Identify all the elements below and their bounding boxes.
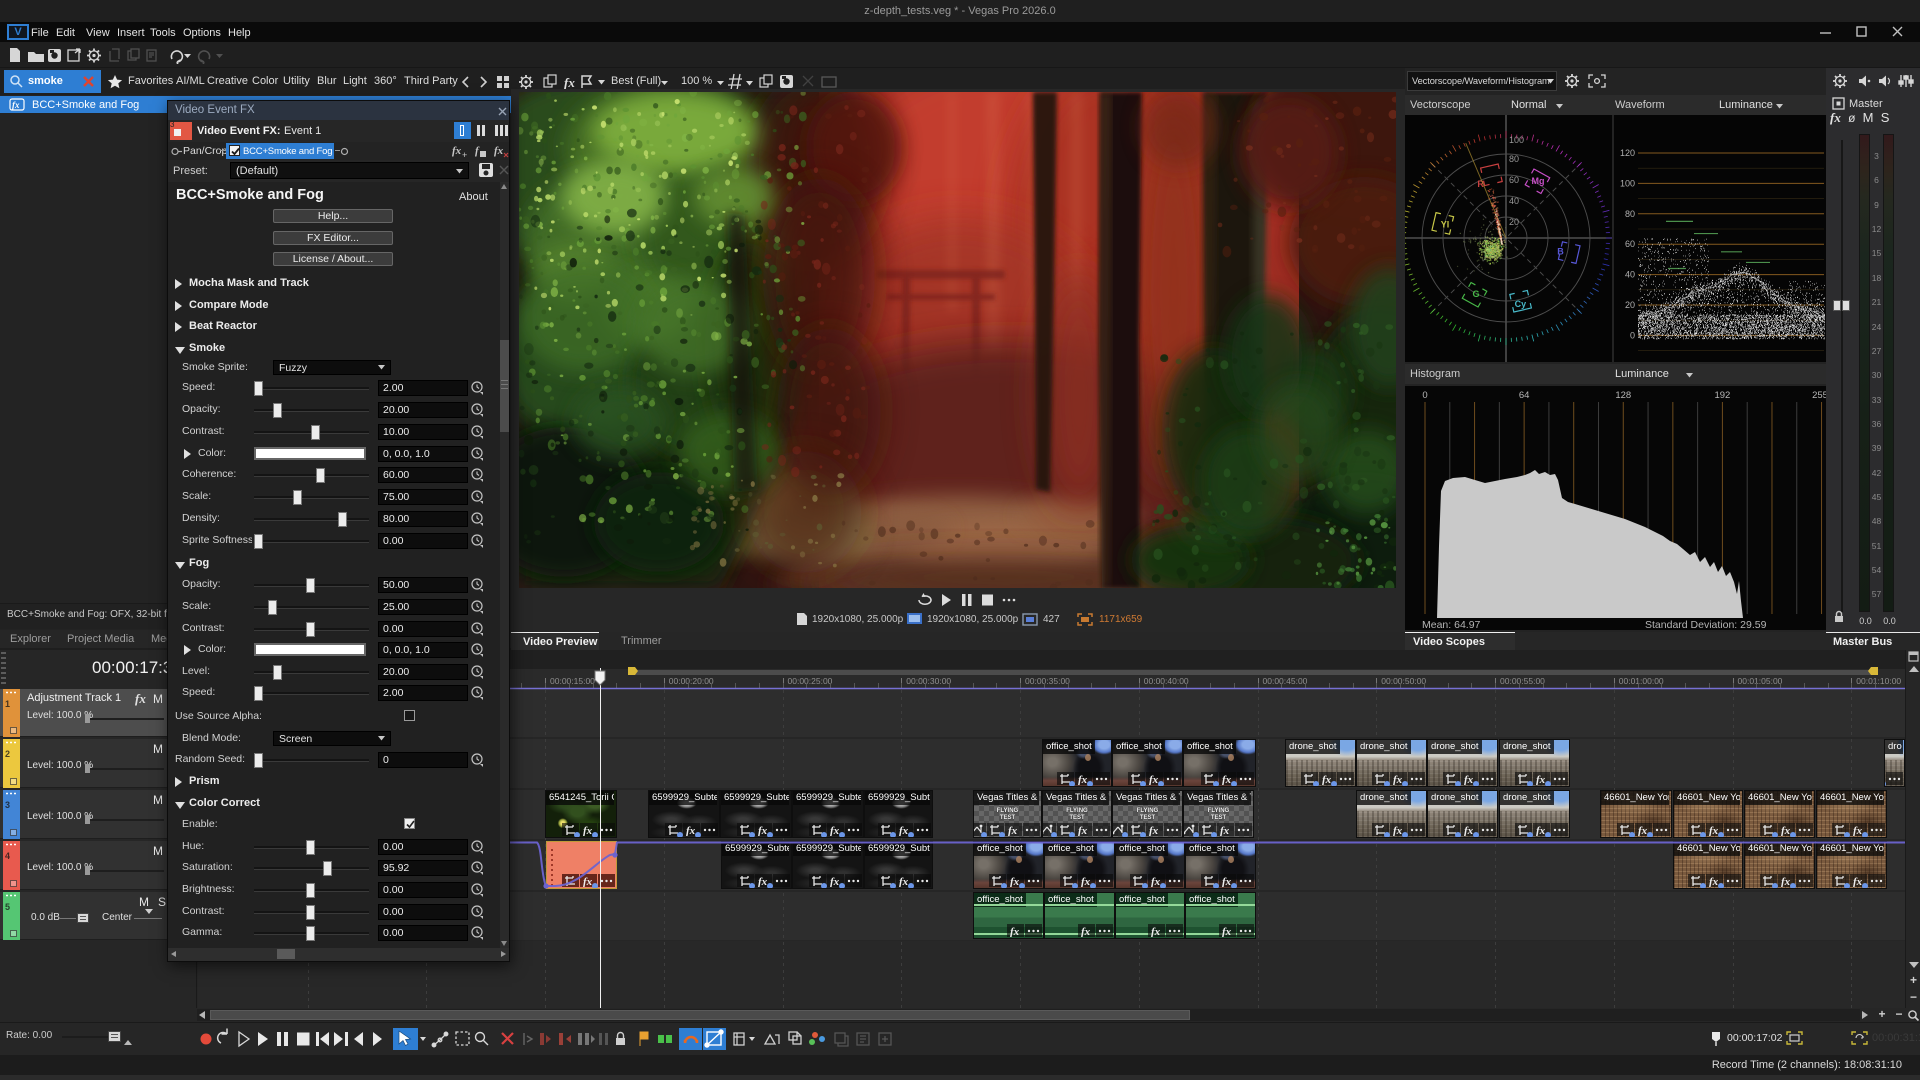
svg-text:-20: -20 <box>1622 361 1635 362</box>
svg-text:20: 20 <box>1625 300 1635 310</box>
svg-text:Cy: Cy <box>1515 299 1527 309</box>
svg-text:80: 80 <box>1509 154 1519 164</box>
svg-text:20: 20 <box>1509 217 1519 227</box>
svg-text:100: 100 <box>1509 135 1524 145</box>
svg-text:60: 60 <box>1625 239 1635 249</box>
svg-text:40: 40 <box>1625 270 1635 280</box>
svg-text:120: 120 <box>1620 148 1635 158</box>
svg-text:Yl: Yl <box>1441 219 1450 229</box>
svg-text:60: 60 <box>1509 175 1519 185</box>
svg-text:B: B <box>1557 247 1564 257</box>
svg-text:100: 100 <box>1620 178 1635 188</box>
svg-text:fx: fx <box>564 75 575 90</box>
svg-text:fx: fx <box>12 100 20 110</box>
svg-text:Mg: Mg <box>1531 176 1544 186</box>
svg-text:0: 0 <box>1630 330 1635 340</box>
svg-text:80: 80 <box>1625 209 1635 219</box>
svg-text:40: 40 <box>1509 196 1519 206</box>
svg-text:G: G <box>1473 289 1480 299</box>
